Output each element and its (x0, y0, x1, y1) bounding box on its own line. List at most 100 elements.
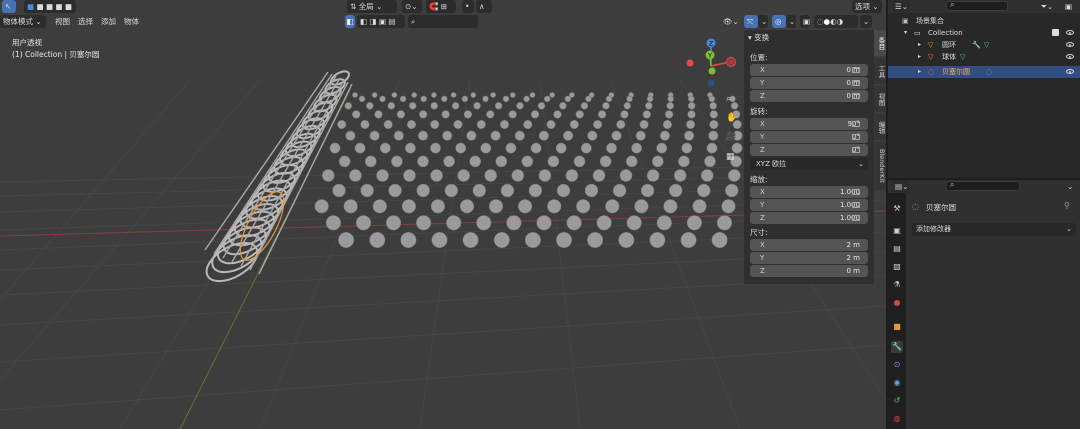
lock-icon[interactable] (852, 202, 860, 208)
tab-edit[interactable]: 编辑 (874, 114, 886, 140)
outliner-row-sphere[interactable]: ▸ ▽ 球体 ▽ (888, 51, 1080, 63)
falloff-icon[interactable]: ∧ (476, 0, 492, 13)
rotation-z-field[interactable]: Z 0° (750, 144, 868, 156)
eye-icon[interactable] (1066, 42, 1074, 47)
xray-icon[interactable]: ▣ (800, 15, 810, 28)
menu-object[interactable]: 物体 (121, 15, 142, 28)
sphere (708, 95, 716, 103)
lock-icon[interactable] (852, 215, 860, 221)
particles-icon[interactable]: ⊙ (891, 359, 903, 371)
eye-icon[interactable] (1066, 54, 1074, 59)
overlay-dropdown-icon[interactable]: ⌄ (786, 15, 796, 28)
scale-x-field[interactable]: X 1.000 (750, 186, 868, 198)
material-icon[interactable]: ◍ (891, 413, 903, 425)
eye-icon[interactable] (1066, 30, 1074, 35)
outliner-row-torus[interactable]: ▸ ▽ 圆环 🔧 ▽ (888, 39, 1080, 51)
properties-search-input[interactable]: ⌕ (946, 180, 1020, 191)
dimensions-z-field[interactable]: Z0 m (750, 265, 868, 277)
sphere (329, 142, 341, 154)
shading-dropdown-icon[interactable]: ⌄ (860, 15, 872, 28)
location-x-field[interactable]: X0 m (750, 64, 868, 76)
dimensions-x-field[interactable]: X2 m (750, 239, 868, 251)
tab-view[interactable]: 视图 (874, 86, 886, 112)
tab-tool[interactable]: 工具 (874, 58, 886, 84)
menu-select[interactable]: 选择 (75, 15, 96, 28)
proportional-edit-icon[interactable]: • (462, 0, 474, 13)
eye-icon[interactable] (1066, 69, 1074, 74)
rotation-x-field[interactable]: X 90° (750, 118, 868, 130)
scale-y-field[interactable]: Y 1.000 (750, 199, 868, 211)
sphere (711, 231, 728, 249)
options-dropdown-icon[interactable]: ⌄ (1064, 180, 1076, 193)
gizmo-toggle-icon[interactable]: ⤧ (744, 15, 758, 28)
lock-icon[interactable] (852, 80, 860, 86)
modifier-wrench-icon[interactable]: 🔧 (891, 341, 903, 353)
scale-z-field[interactable]: Z 1.000 (750, 212, 868, 224)
pan-hand-icon[interactable]: ✋ (723, 112, 740, 125)
location-z-field[interactable]: Z0 m (750, 90, 868, 102)
visibility-filter-icon[interactable]: ◧ (345, 15, 355, 28)
transform-panel-header[interactable]: ▾ 变换 (748, 32, 769, 43)
tab-blenderkit[interactable]: BlenderKit (874, 142, 886, 190)
new-collection-icon[interactable]: ▣ (1062, 0, 1075, 13)
sphere (417, 130, 429, 141)
lock-icon[interactable] (852, 189, 860, 195)
filter-icons-group[interactable]: ◧ ◨ ▣ ▤ (357, 15, 405, 28)
menu-add[interactable]: 添加 (98, 15, 119, 28)
location-y-field[interactable]: Y0 m (750, 77, 868, 89)
dimensions-y-field[interactable]: Y2 m (750, 252, 868, 264)
pin-icon[interactable]: ⚲ (1064, 201, 1070, 210)
outliner-search-input[interactable]: ⌕ (946, 0, 1008, 11)
add-modifier-dropdown[interactable]: 添加修改器 ⌄ (912, 223, 1076, 236)
output-icon[interactable]: ▤ (891, 243, 903, 255)
sphere (523, 95, 530, 103)
navigation-gizmo[interactable]: Z Y X (680, 36, 744, 88)
mode-dropdown[interactable]: 物体模式 ⌄ (0, 15, 46, 28)
lock-icon[interactable] (852, 93, 860, 99)
tab-item[interactable]: 条目 (874, 30, 886, 56)
physics-icon[interactable]: ◉ (891, 377, 903, 389)
lock-icon[interactable] (852, 121, 860, 127)
checkbox-icon[interactable] (1052, 29, 1059, 36)
editor-type-dropdown[interactable]: ▤⌄ (892, 180, 910, 193)
sphere (646, 169, 660, 182)
lock-icon[interactable] (852, 134, 860, 140)
perspective-grid-icon[interactable]: ▦ (723, 151, 738, 164)
overlay-toggle-icon[interactable]: ◎ (772, 15, 786, 28)
gizmo-neg-y-handle (708, 67, 716, 75)
filter-icon[interactable]: ⏷⌄ (1038, 0, 1056, 13)
viewport-search-input[interactable]: ⌕ (408, 15, 478, 28)
view-layer-icon[interactable]: ▨ (891, 261, 903, 273)
object-visibility-icon[interactable]: 👁⌄ (720, 15, 742, 28)
render-icon[interactable]: ▣ (891, 225, 903, 237)
snap-toggle[interactable]: 🧲 ⊞ (426, 0, 456, 13)
scene-icon[interactable]: ⚗ (891, 279, 903, 291)
selection-mode-group[interactable]: ■ ■ ■ ■ ■ (24, 0, 76, 13)
sphere (509, 92, 516, 98)
select-tool-icon[interactable]: ↖ (2, 0, 16, 13)
world-icon[interactable]: ● (891, 297, 903, 309)
pivot-point-dropdown[interactable]: ⊙⌄ (402, 0, 422, 13)
display-mode-dropdown[interactable]: ☰⌄ (892, 0, 910, 13)
lock-icon[interactable] (852, 147, 860, 153)
sphere (506, 215, 522, 231)
outliner-row-scene-collection[interactable]: ▣ 场景集合 (888, 15, 1080, 27)
tool-settings-icon[interactable]: ⚒ (891, 203, 903, 215)
sphere (511, 169, 525, 182)
gizmo-dropdown-icon[interactable]: ⌄ (758, 15, 768, 28)
lock-icon[interactable] (852, 67, 860, 73)
curve-data-icon[interactable]: ↺ (891, 395, 903, 407)
object-icon[interactable]: ■ (891, 321, 903, 333)
shading-mode-group[interactable]: ◌●◐◑ (814, 15, 858, 28)
outliner-row-bezier-circle[interactable]: ▸ ◌ 贝塞尔圆 ◌ (888, 66, 1080, 78)
options-dropdown[interactable]: 选项 ⌄ (852, 0, 882, 13)
3d-viewport[interactable]: ↖ ■ ■ ■ ■ ■ 物体模式 ⌄ 视图 选择 添加 物体 ⇅ 全局 ⌄ ⊙⌄… (0, 0, 886, 429)
menu-view[interactable]: 视图 (52, 15, 73, 28)
camera-icon[interactable]: 🎥 (722, 131, 739, 144)
zoom-icon[interactable]: ⌕ (723, 93, 734, 106)
rotation-y-field[interactable]: Y 0° (750, 131, 868, 143)
mesh-object-icon: ▽ (928, 53, 934, 61)
outliner-row-collection[interactable]: ▾ ▭ Collection (888, 27, 1080, 39)
rotation-mode-dropdown[interactable]: XYZ 欧拉 ⌄ (750, 158, 868, 170)
transform-orientation-dropdown[interactable]: ⇅ 全局 ⌄ (347, 0, 397, 13)
